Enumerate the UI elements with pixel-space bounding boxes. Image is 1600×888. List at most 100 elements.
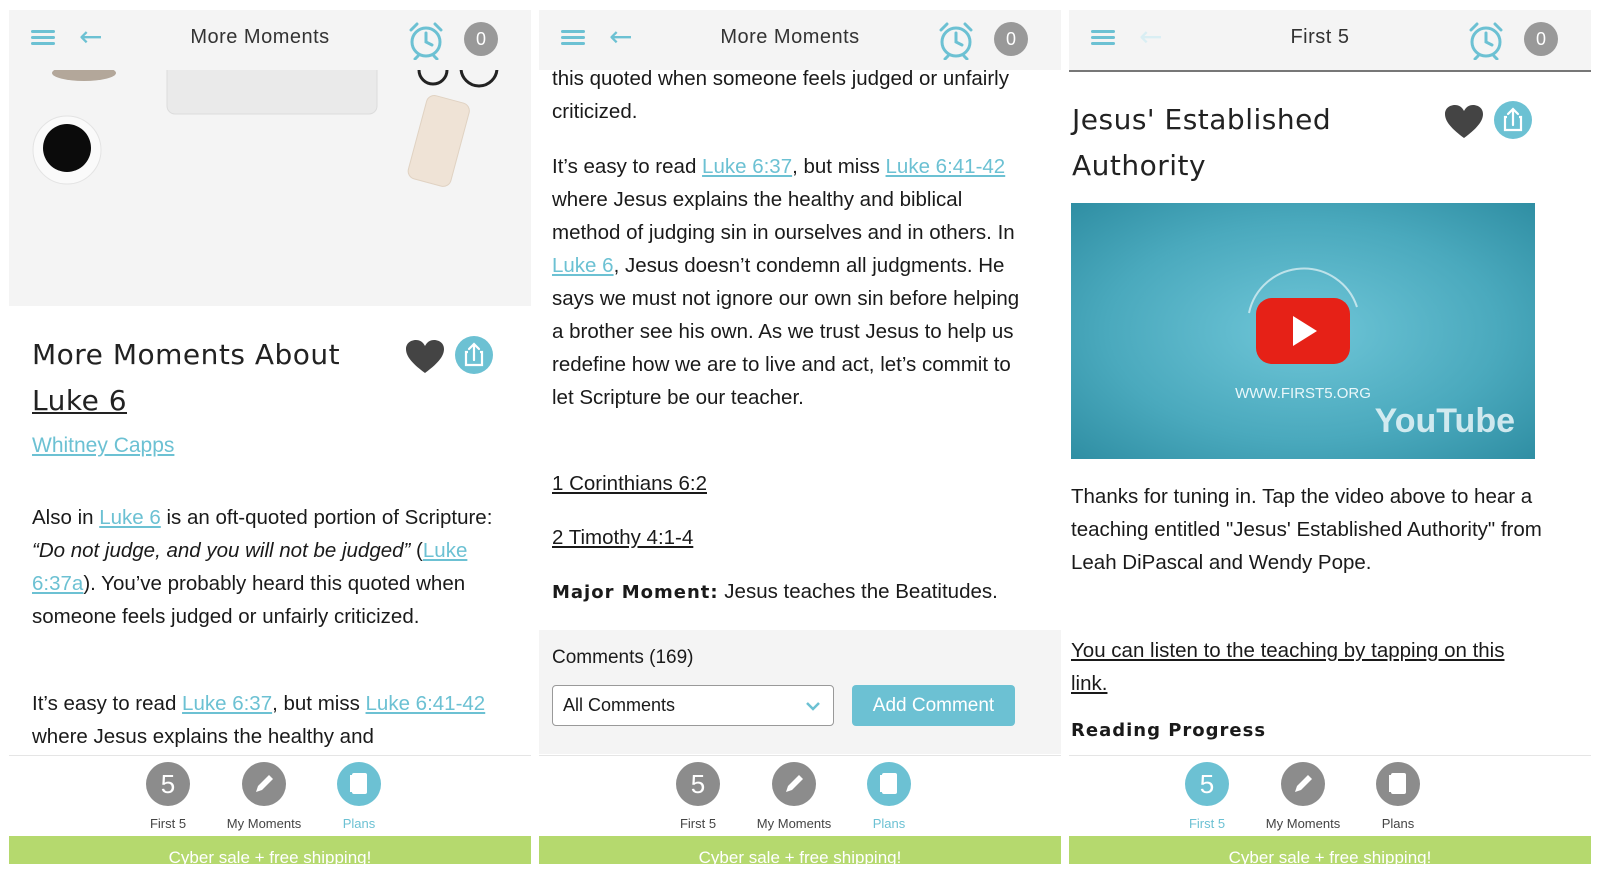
- share-button[interactable]: [1494, 101, 1532, 139]
- first5-icon: 5: [676, 762, 720, 806]
- notebook-icon: [1376, 762, 1420, 806]
- text: , but miss: [272, 692, 366, 715]
- promo-banner[interactable]: Cyber sale + free shipping!: [9, 836, 531, 864]
- text: , Jesus doesn’t condemn all judgments. H…: [552, 254, 1020, 409]
- text: (: [410, 539, 423, 562]
- pencil-icon: [772, 762, 816, 806]
- top-bar: ← First 5 0: [1069, 10, 1591, 70]
- youtube-logo: YouTube: [1374, 402, 1515, 440]
- text: where Jesus explains the healthy and: [32, 725, 374, 748]
- text: , but miss: [792, 155, 886, 178]
- notebook-icon: [867, 762, 911, 806]
- bottom-tab-bar: 5 First 5 My Moments Plans: [1069, 755, 1591, 839]
- luke-6-37-link[interactable]: Luke 6:37: [702, 155, 792, 178]
- tab-first5[interactable]: 5 First 5: [118, 762, 218, 831]
- page-title: First 5: [1290, 26, 1350, 48]
- tab-first5[interactable]: 5 First 5: [648, 762, 748, 831]
- menu-icon[interactable]: [31, 27, 55, 51]
- text: is an oft-quoted portion of Scripture:: [160, 506, 493, 529]
- moment-content: More Moments About Luke 6 Whitney Capps …: [9, 70, 531, 754]
- scripture-quote: “Do not judge, and you will not be judge…: [32, 539, 411, 562]
- screen-more-moments-bottom: ← More Moments 0 this quoted when someon…: [539, 10, 1061, 878]
- share-icon: [464, 342, 484, 367]
- top-bar: ← More Moments 0: [539, 10, 1061, 70]
- tab-label: My Moments: [1265, 816, 1341, 831]
- heart-icon[interactable]: [406, 340, 444, 374]
- promo-banner[interactable]: Cyber sale + free shipping!: [1069, 836, 1591, 864]
- luke-6-link[interactable]: Luke 6: [99, 506, 161, 529]
- ref-1-corinthians-link[interactable]: 1 Corinthians 6:2: [552, 467, 707, 500]
- reading-progress-label: Reading Progress: [1071, 720, 1267, 741]
- author-link[interactable]: Whitney Capps: [32, 434, 174, 458]
- notification-count-badge[interactable]: 0: [464, 22, 498, 56]
- tab-label: My Moments: [756, 816, 832, 831]
- major-moment: Major Moment: Jesus teaches the Beatitud…: [552, 575, 1032, 609]
- pencil-icon: [1281, 762, 1325, 806]
- bottom-tab-bar: 5 First 5 My Moments Plans: [9, 755, 531, 839]
- first5-content: Jesus' Established Authority WWW.FIRST5.…: [1069, 70, 1591, 754]
- paragraph-2: It’s easy to read Luke 6:37, but miss Lu…: [32, 687, 502, 753]
- hero-image: [9, 70, 531, 306]
- pencil-icon: [242, 762, 286, 806]
- video-player[interactable]: WWW.FIRST5.ORG YouTube: [1071, 203, 1535, 459]
- comments-section: Comments (169) All Comments Add Comment: [539, 630, 1061, 754]
- tab-label: My Moments: [226, 816, 302, 831]
- alarm-clock-icon[interactable]: [936, 20, 976, 60]
- share-button[interactable]: [455, 336, 493, 374]
- text: It’s easy to read: [32, 692, 183, 715]
- add-comment-button[interactable]: Add Comment: [852, 685, 1015, 726]
- back-arrow-icon: ←: [1139, 20, 1163, 53]
- lesson-heading: Jesus' Established Authority: [1072, 103, 1332, 182]
- text: Also in: [32, 506, 100, 529]
- tab-my-moments[interactable]: My Moments: [214, 762, 314, 831]
- tab-label: Plans: [1381, 816, 1415, 831]
- notification-count-badge[interactable]: 0: [994, 22, 1028, 56]
- tab-my-moments[interactable]: My Moments: [744, 762, 844, 831]
- share-icon: [1503, 107, 1523, 132]
- back-arrow-icon[interactable]: ←: [609, 22, 632, 52]
- major-moment-text: Jesus teaches the Beatitudes.: [718, 580, 998, 603]
- back-arrow-icon[interactable]: ←: [79, 22, 102, 52]
- luke-6-41-42-link[interactable]: Luke 6:41-42: [886, 155, 1006, 178]
- first5-icon: 5: [146, 762, 190, 806]
- page-title: More Moments: [720, 26, 860, 48]
- video-url-text: WWW.FIRST5.ORG: [1235, 385, 1371, 402]
- tab-label: First 5: [679, 816, 717, 831]
- paragraph-2: It’s easy to read Luke 6:37, but miss Lu…: [552, 150, 1022, 414]
- tab-plans[interactable]: Plans: [839, 762, 939, 831]
- promo-banner[interactable]: Cyber sale + free shipping!: [539, 836, 1061, 864]
- alarm-clock-icon[interactable]: [1466, 20, 1506, 60]
- heading-luke-link[interactable]: Luke 6: [32, 378, 127, 424]
- chevron-down-icon: [806, 702, 820, 711]
- tab-plans[interactable]: Plans: [309, 762, 409, 831]
- notification-count-badge[interactable]: 0: [1524, 22, 1558, 56]
- luke-6-link[interactable]: Luke 6: [552, 254, 614, 277]
- text: where Jesus explains the healthy and bib…: [552, 188, 1015, 244]
- major-moment-label: Major Moment:: [552, 582, 719, 603]
- tab-plans[interactable]: Plans: [1348, 762, 1448, 831]
- menu-icon[interactable]: [1091, 27, 1115, 51]
- luke-6-41-42-link[interactable]: Luke 6:41-42: [366, 692, 486, 715]
- tab-first5[interactable]: 5 First 5: [1157, 762, 1257, 831]
- menu-icon[interactable]: [561, 27, 585, 51]
- screen-first5: ← First 5 0 Jesus' Established Authority: [1069, 10, 1591, 878]
- paragraph-1: Also in Luke 6 is an oft-quoted portion …: [32, 501, 502, 633]
- ref-2-timothy-link[interactable]: 2 Timothy 4:1-4: [552, 521, 693, 554]
- first5-icon: 5: [1185, 762, 1229, 806]
- tab-my-moments[interactable]: My Moments: [1253, 762, 1353, 831]
- page-title: More Moments: [190, 26, 330, 48]
- top-bar: ← More Moments 0: [9, 10, 531, 70]
- comments-title: Comments (169): [552, 647, 694, 668]
- lesson-body: Thanks for tuning in. Tap the video abov…: [1071, 485, 1542, 574]
- paragraph-0: this quoted when someone feels judged or…: [552, 70, 1009, 123]
- heart-icon[interactable]: [1445, 105, 1483, 139]
- luke-6-37-link[interactable]: Luke 6:37: [182, 692, 272, 715]
- screen-more-moments-top: ← More Moments 0 More Moments About Luke…: [9, 10, 531, 878]
- moment-heading: More Moments About: [32, 338, 341, 371]
- listen-teaching-link[interactable]: You can listen to the teaching by tappin…: [1071, 634, 1541, 700]
- alarm-clock-icon[interactable]: [406, 20, 446, 60]
- moment-content: this quoted when someone feels judged or…: [539, 70, 1061, 754]
- comments-filter-select[interactable]: All Comments: [552, 685, 834, 726]
- tab-label: Plans: [342, 816, 376, 831]
- tab-label: Plans: [872, 816, 906, 831]
